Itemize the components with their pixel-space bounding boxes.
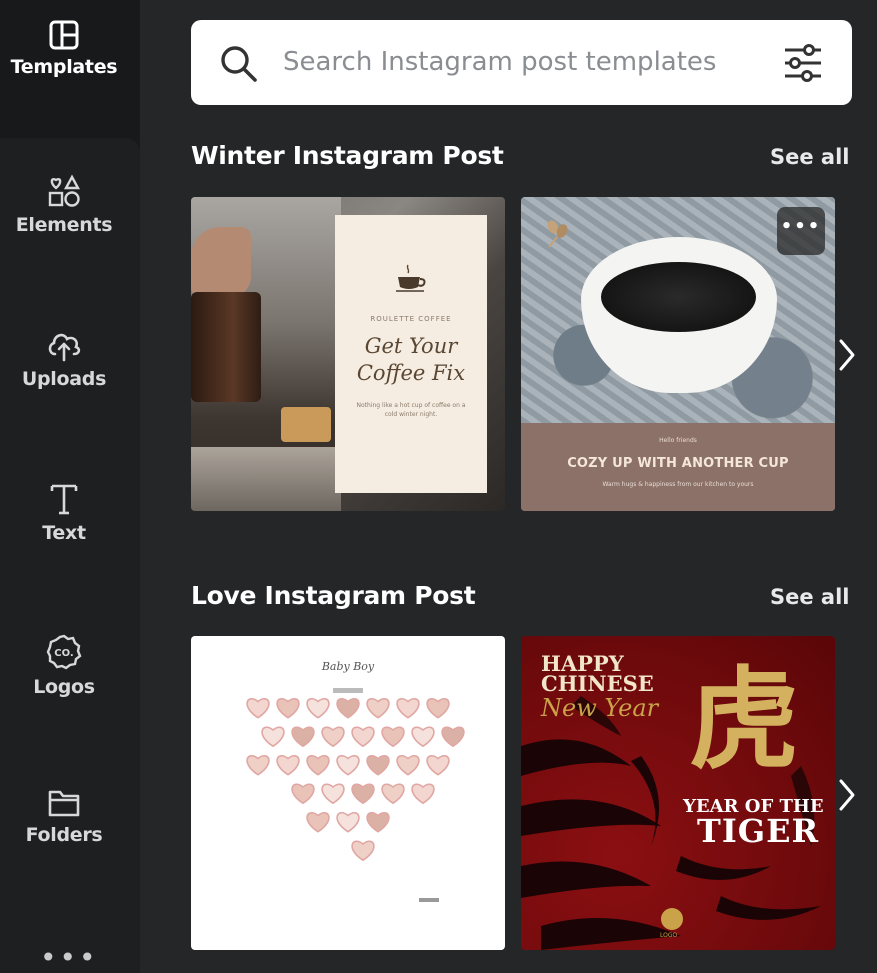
template-card-baby-heart[interactable]: Baby Boy <box>191 636 505 950</box>
see-all-link[interactable]: See all <box>770 145 850 169</box>
sidebar-item-logos[interactable]: CO. Logos <box>0 634 128 698</box>
heart-photo <box>291 783 315 805</box>
sidebar-item-label: Folders <box>25 824 103 846</box>
sidebar-item-uploads[interactable]: Uploads <box>0 328 128 390</box>
sidebar-rail <box>0 138 140 973</box>
photo-cake <box>281 407 331 442</box>
photo-table <box>191 447 341 511</box>
folder-icon <box>48 790 80 817</box>
sidebar-item-text[interactable]: Text <box>0 482 128 544</box>
heart-photo <box>366 697 390 719</box>
sidebar-item-label: Logos <box>33 676 95 698</box>
heart-photo <box>411 726 435 748</box>
heart-photo <box>306 754 330 776</box>
heart-photo <box>366 754 390 776</box>
heart-photo <box>276 697 300 719</box>
tiger-text: TIGER <box>697 812 820 850</box>
search-input[interactable] <box>283 42 763 82</box>
logo-badge <box>661 908 683 930</box>
see-all-link[interactable]: See all <box>770 585 850 609</box>
heart-photo <box>381 783 405 805</box>
card-body: Nothing like a hot cup of coffee on a co… <box>356 402 466 418</box>
brand-label: ROULETTE COFFEE <box>370 315 452 323</box>
template-card-cozy-cup[interactable]: ••• Hello friends COZY UP WITH ANOTHER C… <box>521 197 835 511</box>
canva-templates-panel: Templates Elements Uploads Text CO. Logo… <box>0 0 877 973</box>
heart-photo <box>426 754 450 776</box>
heart-photo <box>246 697 270 719</box>
cloud-upload-icon <box>48 333 81 362</box>
tiger-character: 虎 <box>689 655 799 784</box>
card-headline: Get Your Coffee Fix <box>357 333 465 387</box>
heart-photo <box>291 726 315 748</box>
heart-photo <box>336 697 360 719</box>
svg-text:CO.: CO. <box>54 648 73 659</box>
heart-photo <box>276 754 300 776</box>
heart-photo <box>321 783 345 805</box>
heart-photo <box>336 754 360 776</box>
sidebar: Templates Elements Uploads Text CO. Logo… <box>0 0 140 973</box>
sidebar-item-templates[interactable]: Templates <box>0 20 128 78</box>
sidebar-item-label: Text <box>42 522 86 544</box>
heart-photo <box>411 783 435 805</box>
chevron-right-icon[interactable] <box>832 335 862 375</box>
heart-photo <box>351 726 375 748</box>
heart-photo <box>261 726 285 748</box>
heart-photo <box>351 783 375 805</box>
headline-line: Get Your <box>364 334 458 358</box>
coffee-cup-icon <box>396 264 426 292</box>
heart-photo <box>246 754 270 776</box>
sidebar-item-folders[interactable]: Folders <box>0 788 128 846</box>
greeting-line: CHINESE <box>541 671 654 696</box>
logo-badge-icon: CO. <box>46 634 82 670</box>
heart-photo <box>381 726 405 748</box>
small-label: Warm hugs & happiness from our kitchen t… <box>602 481 754 488</box>
search-icon <box>221 46 257 82</box>
heart-photo-collage <box>246 697 465 862</box>
heart-photo <box>351 840 375 862</box>
text-icon <box>50 484 78 515</box>
more-options-button[interactable]: ••• <box>777 207 825 255</box>
heart-photo <box>396 754 420 776</box>
script-text: New Year <box>541 694 659 722</box>
heart-photo <box>321 726 345 748</box>
small-label: Hello friends <box>659 437 697 444</box>
template-card-coffee-fix[interactable]: ROULETTE COFFEE Get Your Coffee Fix Noth… <box>191 197 505 511</box>
templates-icon <box>49 20 79 50</box>
template-card-tiger[interactable]: HAPPY CHINESE New Year 虎 YEAR OF THE TIG… <box>521 636 835 950</box>
heart-photo <box>366 811 390 833</box>
greeting-text: HAPPY CHINESE <box>541 653 654 696</box>
sidebar-item-elements[interactable]: Elements <box>0 174 128 236</box>
sidebar-item-label: Uploads <box>21 368 107 390</box>
search-bar <box>191 20 852 105</box>
filter-sliders-icon[interactable] <box>781 42 825 84</box>
sidebar-item-label: Elements <box>15 214 113 236</box>
photo-coffee-pot <box>191 292 261 402</box>
logo-text: LOGO <box>660 932 678 939</box>
coffee-beans-icon <box>547 220 568 248</box>
heart-photo <box>336 811 360 833</box>
heart-photo <box>306 697 330 719</box>
section-title: Love Instagram Post <box>191 581 476 610</box>
heart-photo <box>441 726 465 748</box>
sidebar-item-label: Templates <box>10 56 118 78</box>
text-panel: ROULETTE COFFEE Get Your Coffee Fix Noth… <box>335 215 487 493</box>
chevron-right-icon[interactable] <box>832 775 862 815</box>
more-apps-button[interactable]: ••• <box>40 944 99 972</box>
text-band: Hello friends COZY UP WITH ANOTHER CUP W… <box>521 423 835 511</box>
shapes-icon <box>48 174 81 207</box>
heart-photo <box>396 697 420 719</box>
card-headline: COZY UP WITH ANOTHER CUP <box>567 456 789 471</box>
photo-coffee <box>601 262 756 332</box>
photo-hand <box>191 227 251 297</box>
footer-line <box>419 898 439 902</box>
headline-line: Coffee Fix <box>356 361 466 385</box>
section-title: Winter Instagram Post <box>191 141 504 170</box>
heart-photo <box>306 811 330 833</box>
heart-photo <box>426 697 450 719</box>
